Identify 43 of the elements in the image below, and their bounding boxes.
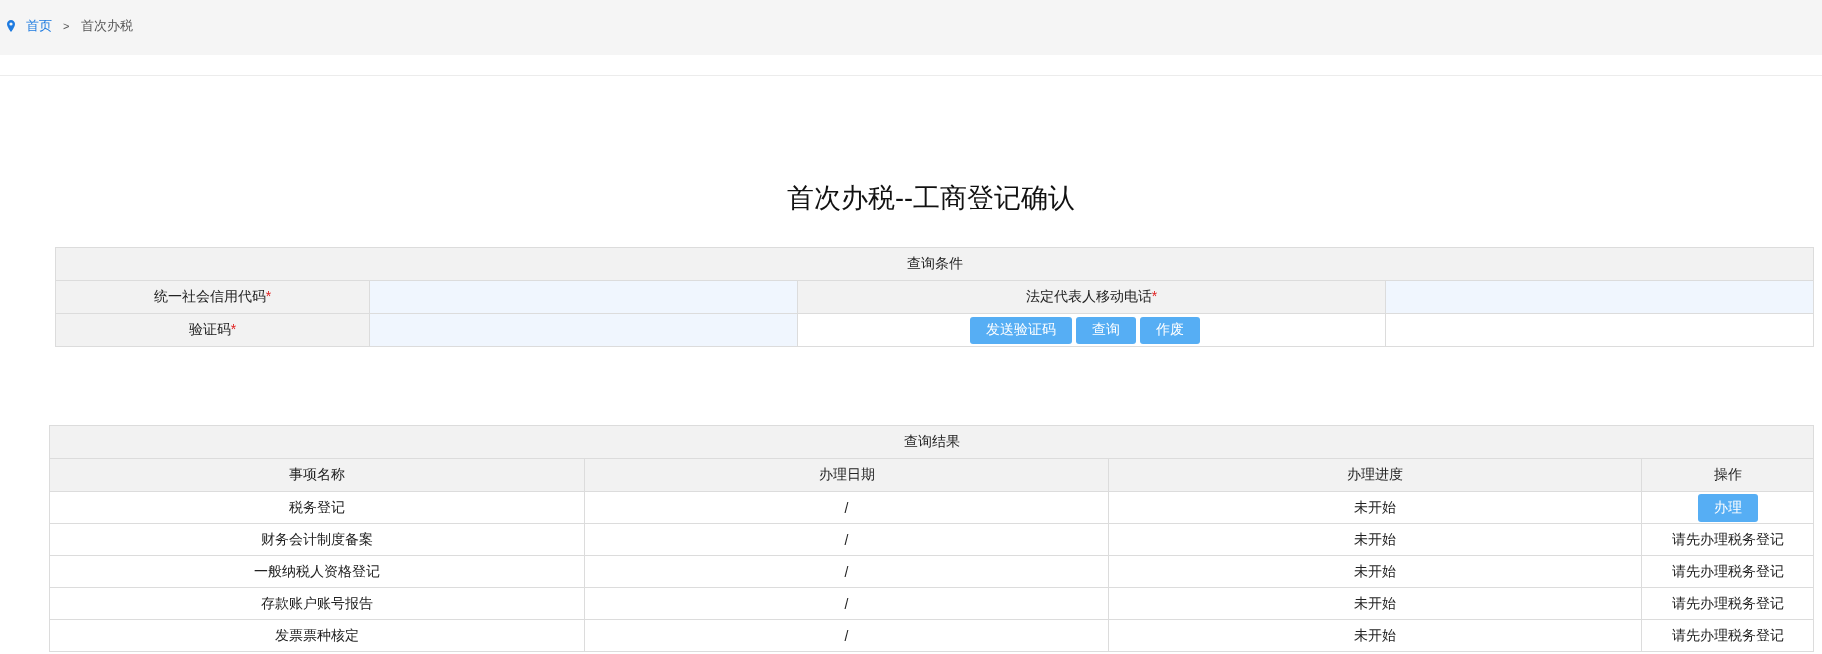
section-header: 查询结果 — [49, 425, 1814, 459]
table-cell: 未开始 — [1108, 523, 1642, 556]
table-cell: / — [584, 523, 1109, 556]
text-input[interactable] — [370, 281, 797, 313]
table-cell: 请先办理税务登记 — [1641, 523, 1814, 556]
page-title: 首次办税--工商登记确认 — [787, 182, 1075, 215]
void-button[interactable]: 作废 — [1139, 316, 1200, 344]
search-button[interactable]: 查询 — [1075, 316, 1136, 344]
handle-button[interactable]: 办理 — [1697, 493, 1758, 522]
table-cell: 发票票种核定 — [49, 619, 585, 652]
send-code-button[interactable]: 发送验证码 — [969, 316, 1072, 344]
table-cell: 存款账户账号报告 — [49, 587, 585, 620]
table-cell: 财务会计制度备案 — [49, 523, 585, 556]
table-cell: 请先办理税务登记 — [1641, 619, 1814, 652]
text-input[interactable] — [370, 314, 797, 346]
required-mark: * — [1151, 288, 1158, 304]
column-header: 办理进度 — [1108, 458, 1642, 492]
section-header: 查询条件 — [55, 247, 1814, 281]
table-cell: 未开始 — [1108, 555, 1642, 588]
required-mark: * — [230, 321, 237, 337]
table-cell: 未开始 — [1108, 587, 1642, 620]
text-input[interactable] — [1386, 281, 1813, 313]
column-header: 事项名称 — [49, 458, 585, 492]
column-header: 操作 — [1641, 458, 1814, 492]
location-pin-icon — [7, 19, 15, 32]
table-cell: 未开始 — [1108, 491, 1642, 524]
field-label: 法定代表人移动电话 — [1025, 288, 1152, 304]
field-label: 验证码 — [188, 321, 231, 337]
table-cell: 请先办理税务登记 — [1641, 587, 1814, 620]
required-mark: * — [265, 288, 272, 304]
table-cell: 请先办理税务登记 — [1641, 555, 1814, 588]
table-cell: / — [584, 491, 1109, 524]
breadcrumb-current: 首次办税 — [81, 16, 134, 35]
table-cell: / — [584, 587, 1109, 620]
breadcrumb-separator: > — [63, 19, 70, 32]
table-cell: 一般纳税人资格登记 — [49, 555, 585, 588]
table-cell: 税务登记 — [49, 491, 585, 524]
column-header: 办理日期 — [584, 458, 1109, 492]
table-cell: / — [584, 619, 1109, 652]
table-cell: / — [584, 555, 1109, 588]
field-label: 统一社会信用代码 — [153, 288, 266, 304]
table-cell: 未开始 — [1108, 619, 1642, 652]
breadcrumb-link[interactable]: 首页 — [26, 16, 52, 35]
